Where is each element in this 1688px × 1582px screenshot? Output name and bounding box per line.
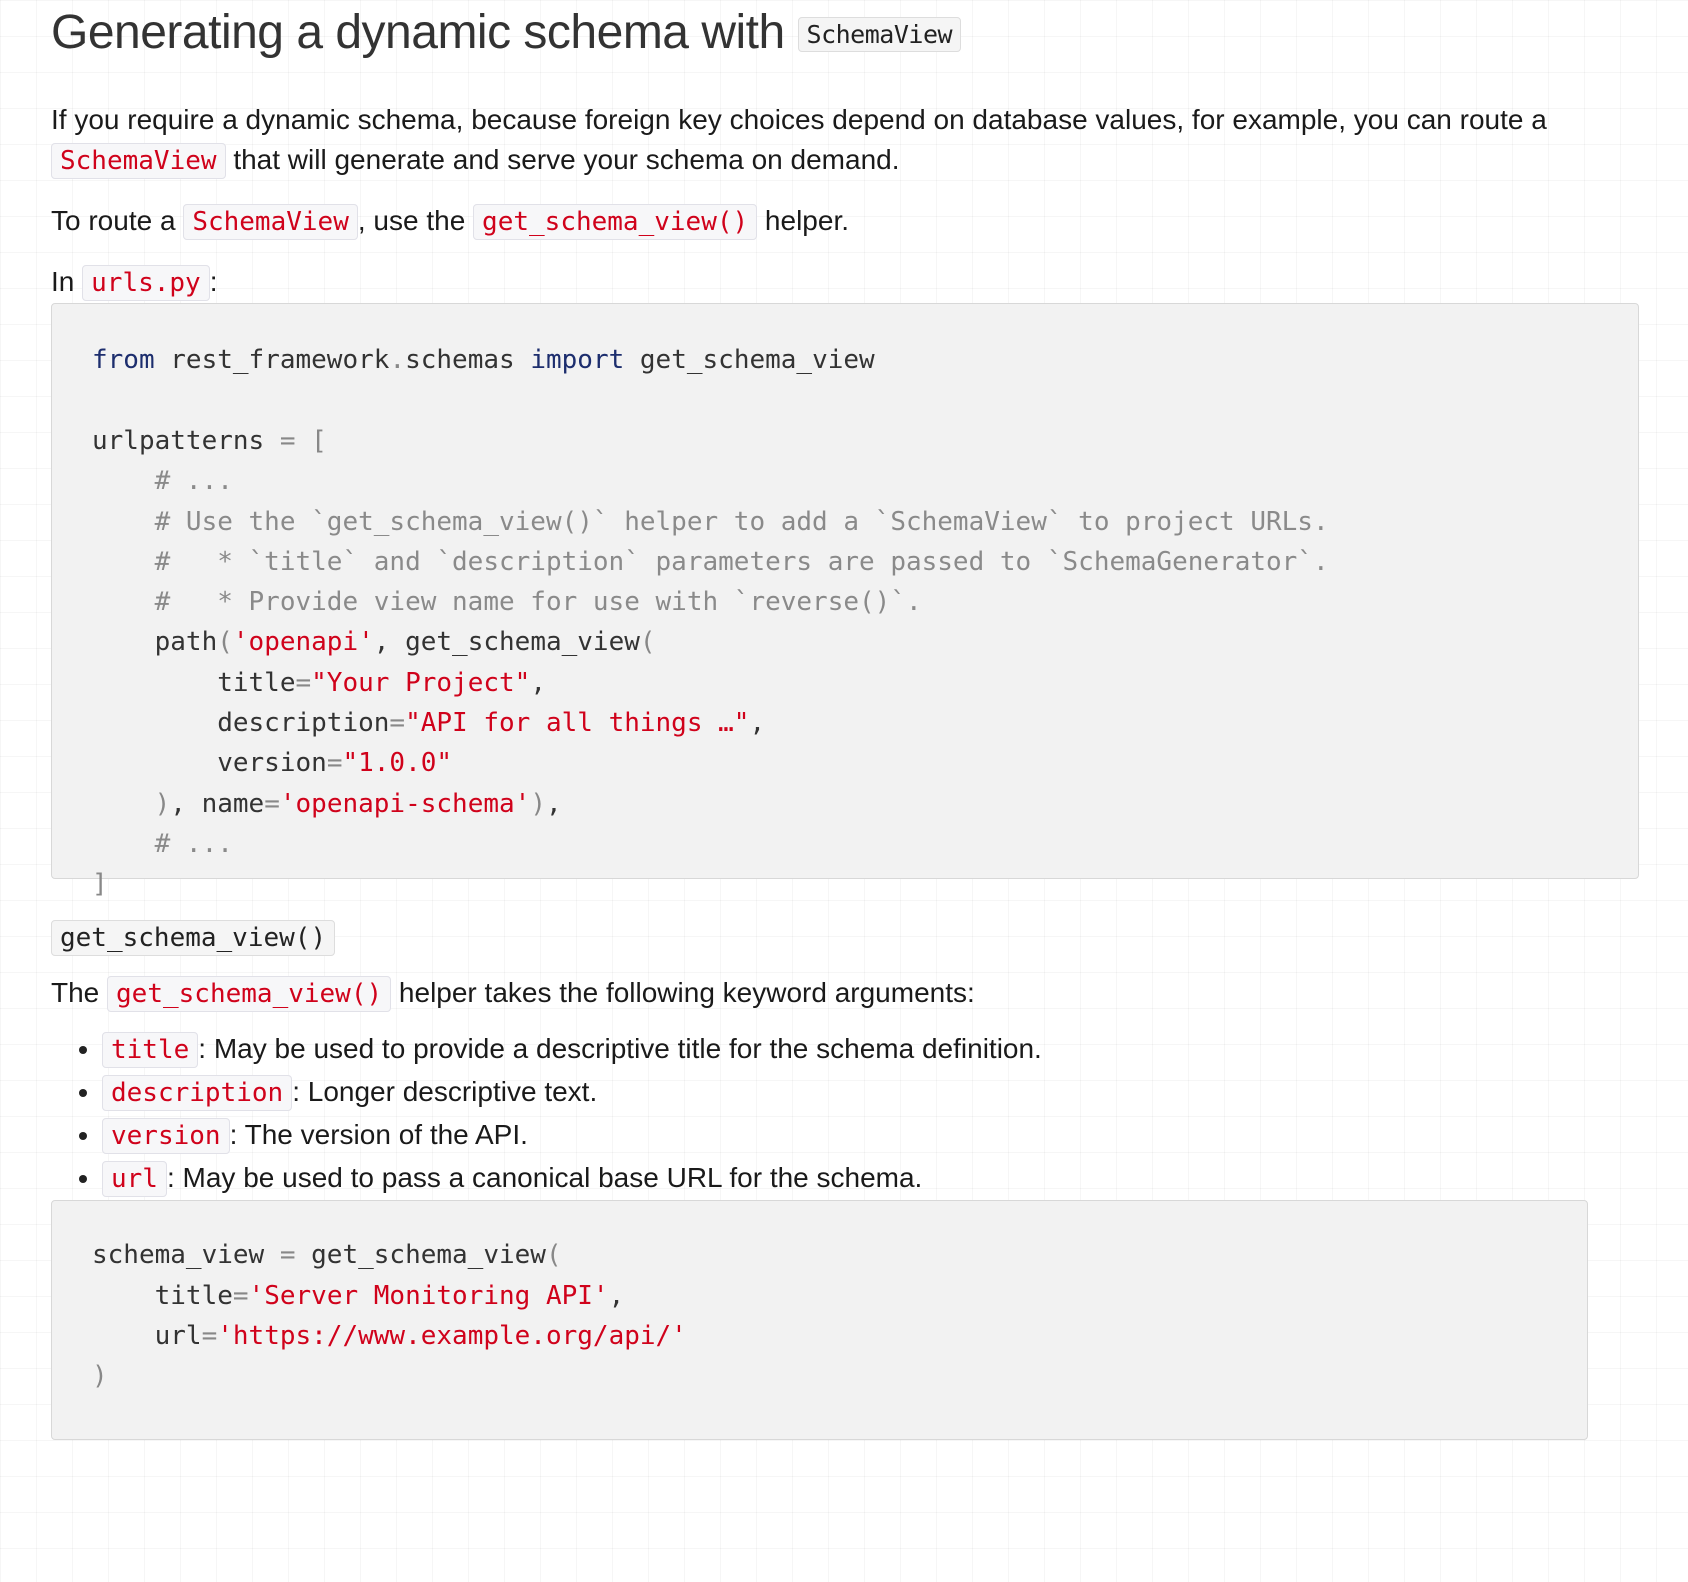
para2-text-a: To route a [51, 205, 184, 237]
para1-text-b: that will generate and serve your schema… [225, 144, 900, 176]
arg-text: : May be used to provide a descriptive t… [198, 1033, 1042, 1065]
para3-text-b: : [209, 266, 218, 298]
arg-code: url [102, 1161, 167, 1198]
heading-text: Generating a dynamic schema with [51, 6, 798, 59]
paragraph-helper-args: The get_schema_view() helper takes the f… [51, 973, 1683, 1014]
para4-text-a: The [51, 977, 108, 1009]
paragraph-dynamic-schema: If you require a dynamic schema, because… [51, 100, 1683, 181]
code-block-schema-view: schema_view = get_schema_view( title='Se… [51, 1200, 1588, 1441]
para4-code: get_schema_view() [107, 976, 392, 1013]
para3-code: urls.py [82, 265, 210, 302]
para4-text-b: helper takes the following keyword argum… [391, 977, 975, 1009]
list-item: title: May be used to provide a descript… [102, 1028, 1683, 1071]
code1-line-6: # * Provide view name for use with `reve… [92, 587, 922, 618]
subheading-code: get_schema_view() [51, 920, 336, 957]
list-item: url: May be used to pass a canonical bas… [102, 1157, 1683, 1200]
doc-content: Generating a dynamic schema with SchemaV… [51, 0, 1683, 1441]
code1-line-3: # ... [92, 466, 233, 497]
para1-code: SchemaView [51, 143, 226, 180]
para2-text-b: , use the [357, 205, 474, 237]
list-item: description: Longer descriptive text. [102, 1071, 1683, 1114]
para3-text-a: In [51, 266, 83, 298]
code-block-urls: from rest_framework.schemas import get_s… [51, 303, 1639, 899]
arg-code: version [102, 1118, 230, 1155]
arg-code: description [102, 1075, 293, 1112]
arg-text: : Longer descriptive text. [292, 1076, 598, 1108]
code1-line-12: # ... [92, 828, 233, 859]
para1-text-a: If you require a dynamic schema, because… [51, 104, 1547, 136]
args-list: title: May be used to provide a descript… [51, 1028, 1683, 1200]
code1-line-0-kw-import: import [530, 345, 625, 376]
code1-line-5: # * `title` and `description` parameters… [92, 546, 1329, 577]
para2-code-a: SchemaView [183, 204, 358, 241]
code1-line-0-kw-from: from [92, 345, 155, 376]
section-heading: Generating a dynamic schema with SchemaV… [51, 4, 1683, 64]
code1-line-4: # Use the `get_schema_view()` helper to … [92, 506, 1329, 537]
subheading-get-schema-view: get_schema_view() [51, 920, 1683, 957]
paragraph-urls: In urls.py: [51, 262, 1683, 303]
arg-text: : May be used to pass a canonical base U… [166, 1162, 923, 1194]
arg-code: title [102, 1032, 199, 1069]
list-item: version: The version of the API. [102, 1114, 1683, 1157]
heading-code: SchemaView [797, 17, 962, 53]
para2-code-b: get_schema_view() [473, 204, 758, 241]
para2-text-c: helper. [757, 205, 850, 237]
arg-text: : The version of the API. [229, 1119, 528, 1151]
paragraph-route: To route a SchemaView, use the get_schem… [51, 201, 1683, 242]
